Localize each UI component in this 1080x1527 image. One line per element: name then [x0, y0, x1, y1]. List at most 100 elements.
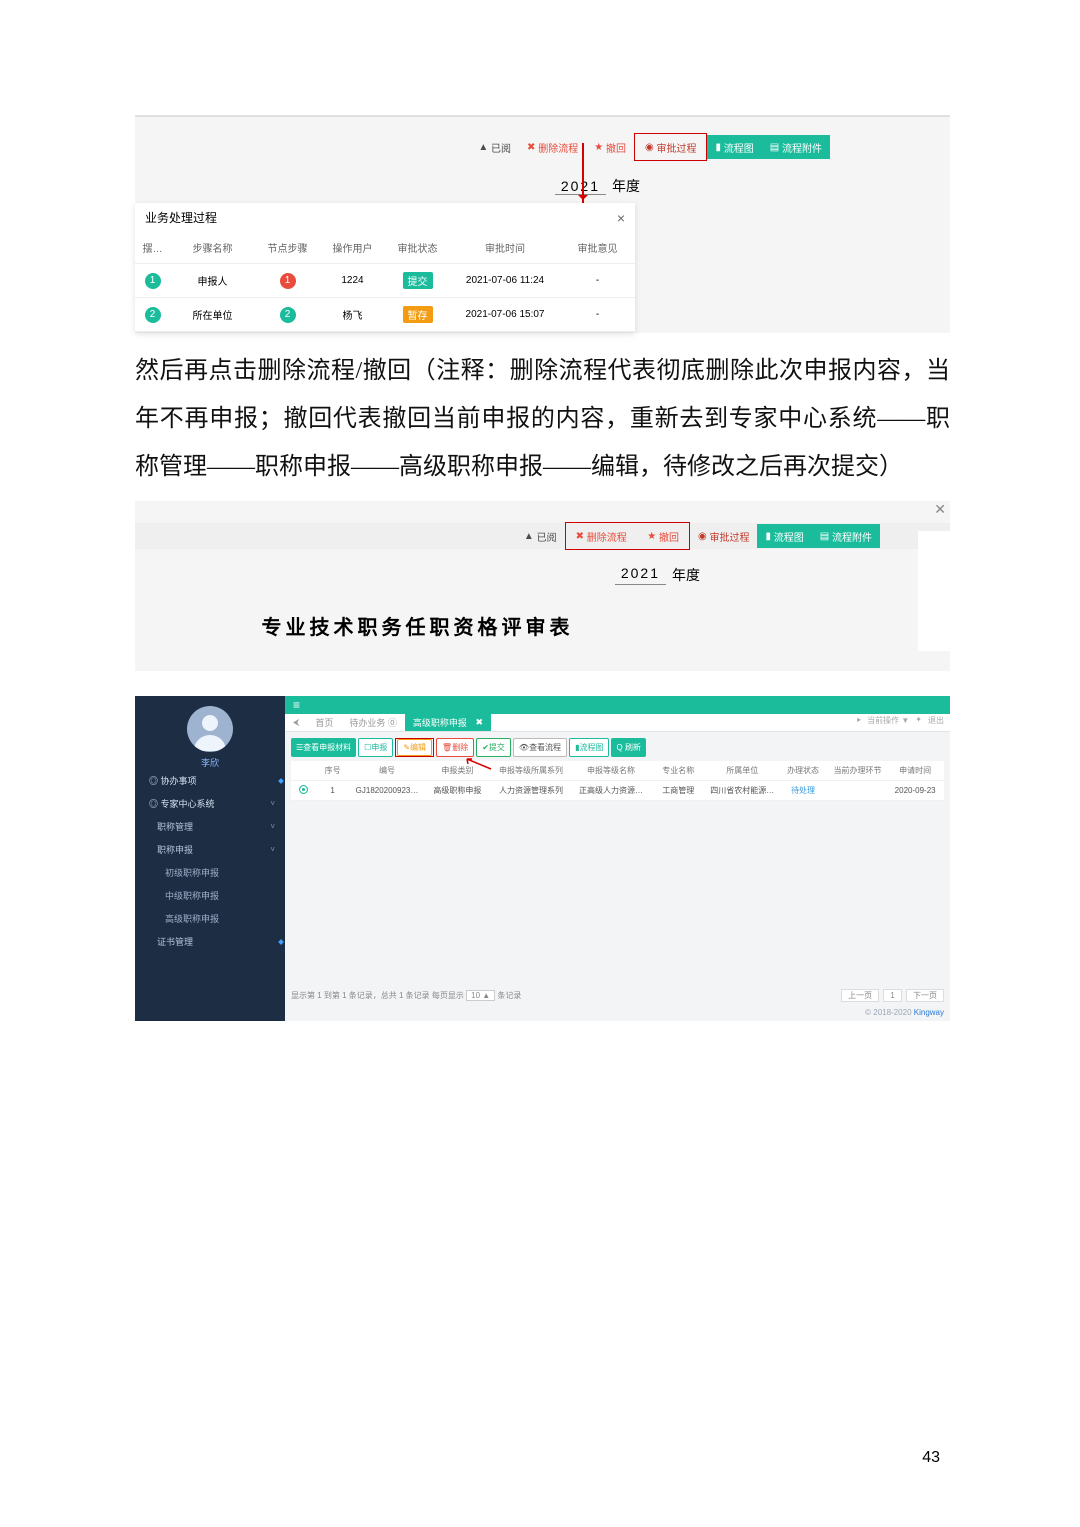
cell-op: -	[560, 298, 635, 332]
col-date: 申请时间	[886, 761, 944, 781]
col-name: 步骤名称	[170, 232, 255, 264]
tabs: ⮜ 首页 待办业务 ⓪ 高级职称申报 ✖	[285, 714, 950, 732]
flow-attach-button[interactable]: ▤ 流程附件	[762, 135, 830, 159]
nav-junior-apply[interactable]: 初级职称申报	[135, 861, 285, 884]
close-icon: ✖	[527, 142, 535, 153]
node-badge: 1	[280, 273, 296, 289]
col-time: 审批时间	[450, 232, 560, 264]
crumb-exit[interactable]: 退出	[928, 715, 944, 726]
nav-menu: ◎ 协办事项 ◎ 专家中心系统˅ 职称管理˅ 职称申报˅ 初级职称申报 中级职称…	[135, 769, 285, 953]
nav-cert-mgmt[interactable]: 证书管理	[135, 930, 285, 953]
tab-home[interactable]: 首页	[307, 714, 341, 731]
crumb-op[interactable]: 当前操作 ▼	[867, 715, 909, 726]
nav-xieban[interactable]: ◎ 协办事项	[135, 769, 285, 792]
top-toolbar: ▲ 已阅 ✖ 删除流程 ★ 撤回 ◉ 审批过程 ▮ 流程图 ▤ 流程附件	[135, 133, 950, 161]
act-flow-chart[interactable]: ▮流程图	[569, 738, 609, 757]
cell-org: 四川省农村能源…	[707, 781, 777, 801]
process-modal: 业务处理过程 × 摆… 步骤名称 节点步骤 操作用户 审批状态 审批时间 审批意…	[135, 203, 635, 332]
page-num[interactable]: 1	[883, 989, 901, 1002]
body-paragraph: 然后再点击删除流程/撤回（注释：删除流程代表彻底删除此次申报内容，当年不再申报；…	[135, 347, 950, 491]
nav-title-mgmt[interactable]: 职称管理˅	[135, 815, 285, 838]
col-idx: 摆…	[135, 232, 170, 264]
red-arrow-2	[463, 757, 493, 771]
action-bar: ☰查看申报材料 ☐申报 ✎编辑 🗑删除 ✔提交 👁查看流程 ▮流程图 Q 刷新	[285, 732, 950, 761]
col-code: 编号	[349, 761, 426, 781]
cell-status: 待处理	[777, 781, 828, 801]
file-icon: ▤	[770, 142, 779, 153]
tab-close-icon[interactable]: ✖	[475, 717, 483, 728]
nav-mid-apply[interactable]: 中级职称申报	[135, 884, 285, 907]
breadcrumb: ▸ 当前操作 ▼ ✦ 退出	[857, 715, 944, 726]
step-badge: 2	[145, 307, 161, 323]
col-op: 审批意见	[560, 232, 635, 264]
flow-attach-button[interactable]: ▤ 流程附件	[812, 524, 880, 548]
eye-icon: ◉	[698, 531, 707, 542]
topbar: ≡	[285, 696, 950, 714]
col-series: 申报等级所属系列	[489, 761, 572, 781]
crumb-glyph: ▸	[857, 715, 861, 726]
nav-title-apply[interactable]: 职称申报˅	[135, 838, 285, 861]
act-view-materials[interactable]: ☰查看申报材料	[291, 738, 356, 757]
act-view-flow[interactable]: 👁查看流程	[513, 738, 567, 757]
year-row: 2021 年度	[135, 176, 640, 196]
approve-process-button[interactable]: ◉ 审批过程	[637, 135, 705, 159]
cell-node	[829, 781, 887, 801]
nav-expert-system[interactable]: ◎ 专家中心系统˅	[135, 792, 285, 815]
hamburger-icon[interactable]: ≡	[285, 698, 308, 712]
user-icon: ▲	[524, 531, 534, 542]
tab-todo[interactable]: 待办业务 ⓪	[341, 714, 405, 731]
nav-senior-apply[interactable]: 高级职称申报	[135, 907, 285, 930]
year-label: 年度	[612, 176, 640, 196]
home-glyph[interactable]: ⮜	[285, 714, 307, 731]
cell-time: 2021-07-06 15:07	[450, 298, 560, 332]
flow-chart-button[interactable]: ▮ 流程图	[707, 135, 761, 159]
footer-copyright: © 2018-2020 Kingway	[865, 1008, 944, 1017]
col-major: 专业名称	[649, 761, 707, 781]
cell-op: -	[560, 264, 635, 298]
main-area: ≡ ⮜ 首页 待办业务 ⓪ 高级职称申报 ✖ ▸ 当前操作 ▼ ✦ 退出 ☰查看…	[285, 696, 950, 1021]
page-size-select[interactable]: 10 ▲	[466, 990, 495, 1001]
cell-name: 申报人	[170, 264, 255, 298]
act-edit[interactable]: ✎编辑	[397, 739, 432, 756]
col-radio	[291, 761, 317, 781]
scroll-gutter	[918, 531, 950, 651]
grid-row[interactable]: 1 GJ1820200923… 高级职称申报 人力资源管理系列 正高级人力资源……	[291, 781, 944, 801]
recall-button[interactable]: ★ 撤回	[639, 524, 687, 548]
page-number: 43	[922, 1449, 940, 1467]
chart-icon: ▮	[765, 531, 771, 542]
highlight-box-approve: ◉ 审批过程	[634, 133, 708, 161]
act-refresh[interactable]: Q 刷新	[611, 738, 645, 757]
delete-flow-button[interactable]: ✖ 删除流程	[568, 524, 635, 548]
close-icon[interactable]: ✕	[934, 501, 946, 518]
act-apply[interactable]: ☐申报	[358, 738, 393, 757]
col-level: 申报等级名称	[573, 761, 650, 781]
highlight-box-del-recall: ✖ 删除流程 ★ 撤回	[565, 522, 690, 550]
screenshot-process-popup: ▲ 已阅 ✖ 删除流程 ★ 撤回 ◉ 审批过程 ▮ 流程图 ▤ 流程附件 202…	[135, 115, 950, 333]
pager-text-a: 显示第 1 到第 1 条记录，总共 1 条记录 每页显示	[291, 991, 464, 1000]
user-icon: ▲	[478, 142, 488, 153]
act-delete[interactable]: 🗑删除	[436, 738, 474, 757]
recall-button[interactable]: ★ 撤回	[586, 135, 634, 159]
file-icon: ▤	[820, 531, 829, 542]
sidebar: 李欣 ◎ 协办事项 ◎ 专家中心系统˅ 职称管理˅ 职称申报˅ 初级职称申报 中…	[135, 696, 285, 1021]
me-name: 李欣	[135, 756, 285, 769]
col-seq: 序号	[317, 761, 349, 781]
approve-process-button[interactable]: ◉ 审批过程	[690, 524, 758, 548]
next-page[interactable]: 下一页	[906, 989, 944, 1002]
cell-major: 工商管理	[649, 781, 707, 801]
data-grid: 序号 编号 申报类别 申报等级所属系列 申报等级名称 专业名称 所属单位 办理状…	[291, 761, 944, 801]
act-submit[interactable]: ✔提交	[476, 738, 511, 757]
row-radio[interactable]	[299, 785, 308, 794]
modal-close[interactable]: ×	[617, 210, 625, 226]
cell-series: 人力资源管理系列	[489, 781, 572, 801]
flow-chart-button[interactable]: ▮ 流程图	[757, 524, 811, 548]
year-value: 2021	[615, 565, 666, 585]
prev-page[interactable]: 上一页	[841, 989, 879, 1002]
read-button[interactable]: ▲ 已阅	[516, 524, 565, 548]
delete-flow-button[interactable]: ✖ 删除流程	[519, 135, 586, 159]
col-org: 所属单位	[707, 761, 777, 781]
cell-seq: 1	[317, 781, 349, 801]
tab-senior-apply[interactable]: 高级职称申报 ✖	[405, 714, 491, 731]
read-button[interactable]: ▲ 已阅	[470, 135, 519, 159]
modal-title: 业务处理过程	[145, 209, 217, 226]
